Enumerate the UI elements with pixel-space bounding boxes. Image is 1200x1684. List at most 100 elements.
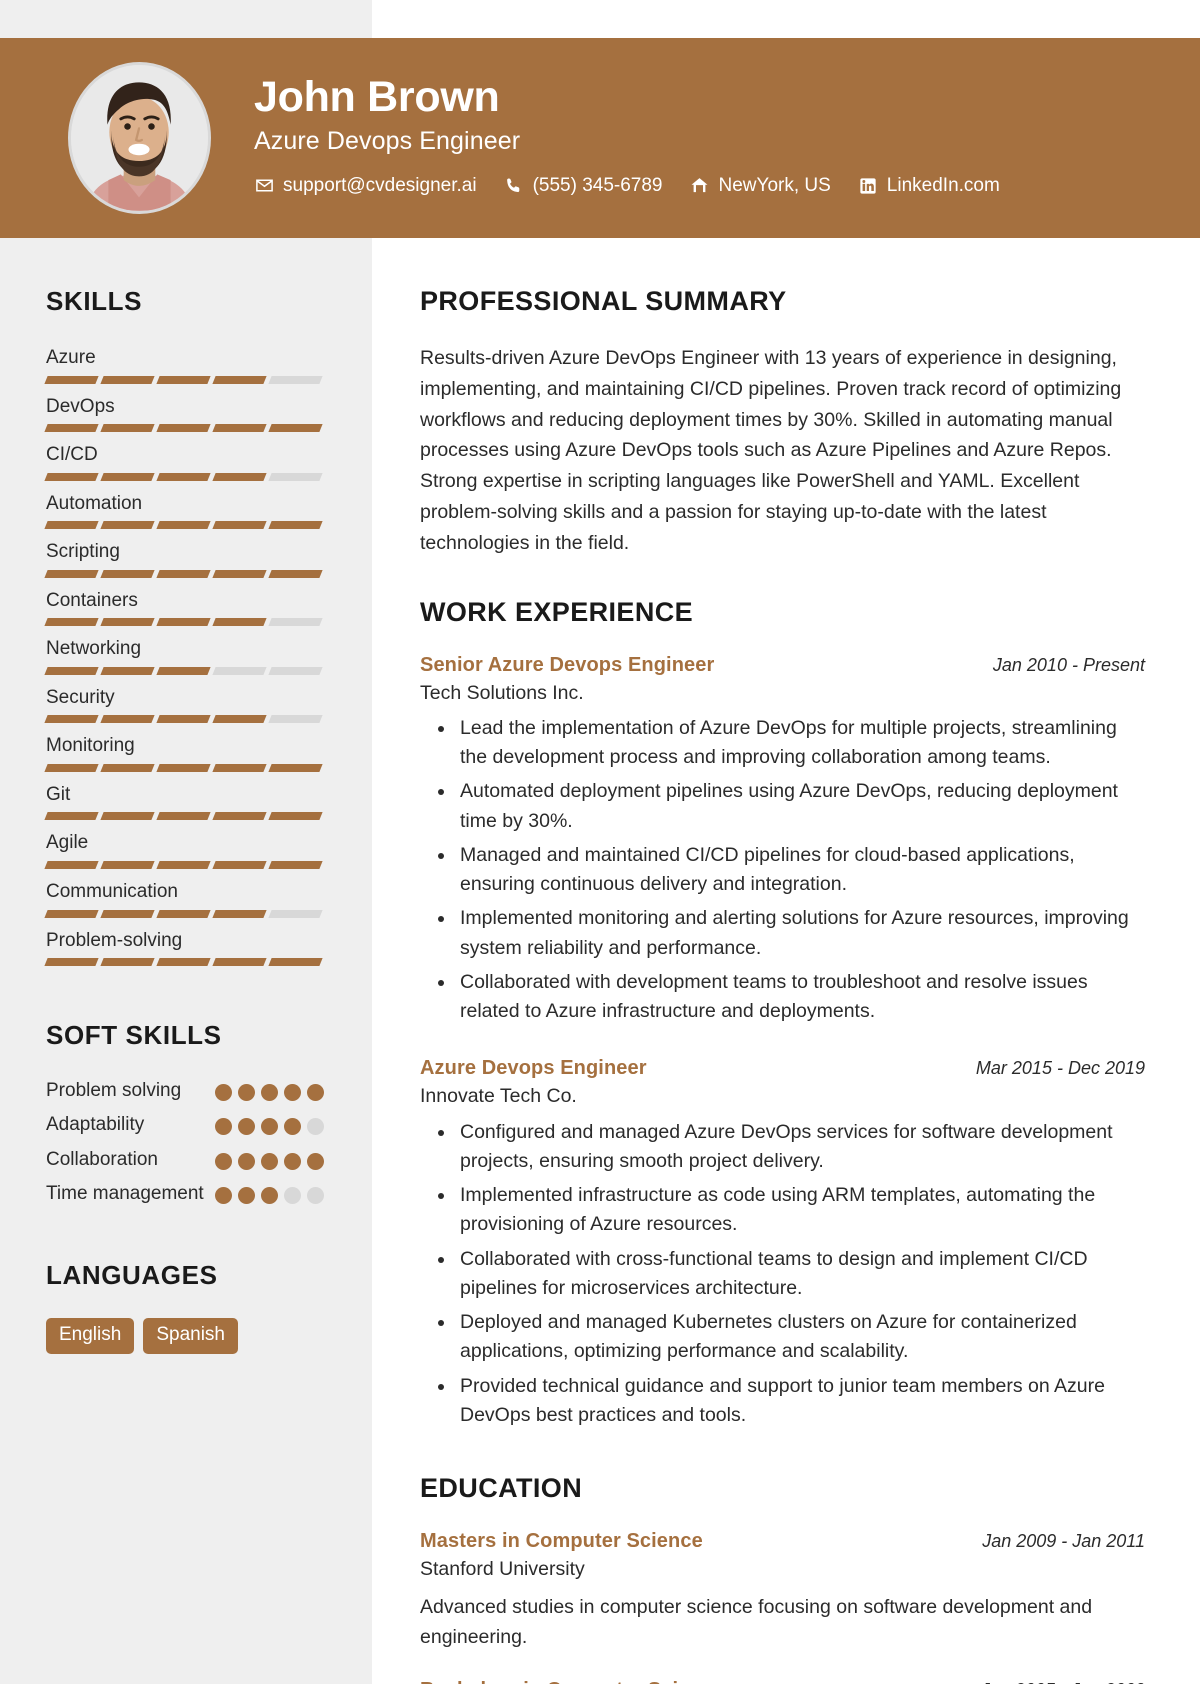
skill-bar-segment — [268, 472, 323, 481]
skill-bar-segment — [156, 812, 211, 821]
skill-item: Git — [44, 781, 324, 821]
skill-level-bar — [44, 958, 324, 967]
skill-bar-segment — [212, 472, 267, 481]
skill-level-bar — [44, 569, 324, 578]
rating-dot — [215, 1186, 232, 1204]
phone-icon — [504, 176, 524, 196]
skill-bar-segment — [156, 763, 211, 772]
skill-label: CI/CD — [46, 444, 98, 466]
skill-bar-segment — [268, 375, 323, 384]
rating-dot — [307, 1118, 324, 1136]
skill-bar-segment — [212, 861, 267, 870]
soft-skill-item: Collaboration — [46, 1147, 324, 1172]
avatar — [68, 62, 211, 214]
rating-dot — [261, 1186, 278, 1204]
soft-skill-rating — [215, 1147, 324, 1170]
resume-page: John Brown Azure Devops Engineer support… — [0, 0, 1200, 1684]
rating-dot — [284, 1152, 301, 1170]
skill-item: Security — [44, 684, 324, 724]
skill-bar-segment — [156, 569, 211, 578]
soft-skill-label: Collaboration — [46, 1148, 158, 1170]
skill-bar-segment — [100, 521, 155, 530]
contact-email-text: support@cvdesigner.ai — [283, 174, 477, 196]
work-entry: Azure Devops Engineer Mar 2015 - Dec 2019… — [420, 1057, 1145, 1430]
rating-dot — [215, 1084, 232, 1102]
skill-item: Automation — [44, 490, 324, 530]
soft-skill-item: Adaptability — [46, 1112, 324, 1137]
skills-list: Azure DevOps CI/CD Automation Scripting Conta… — [44, 344, 324, 967]
contact-row: support@cvdesigner.ai (555) 345-6789 New… — [254, 175, 1000, 197]
skill-bar-segment — [156, 958, 211, 967]
skill-bar-segment — [44, 861, 99, 870]
skill-label: Agile — [46, 832, 89, 854]
professional-summary-heading: PROFESSIONAL SUMMARY — [420, 286, 787, 316]
skill-item: CI/CD — [44, 441, 324, 481]
soft-skill-item: Time management — [46, 1181, 324, 1206]
work-entry-header: Senior Azure Devops Engineer Jan 2010 - P… — [420, 654, 1145, 677]
rating-dot — [215, 1152, 232, 1170]
skill-level-bar — [44, 375, 324, 384]
main-content: PROFESSIONAL SUMMARY Results-driven Azur… — [372, 238, 1200, 1684]
skill-label: Automation — [46, 492, 143, 514]
work-experience-heading: WORK EXPERIENCE — [420, 596, 694, 627]
skill-level-bar — [44, 472, 324, 481]
work-bullet: Managed and maintained CI/CD pipelines f… — [456, 841, 1145, 900]
rating-dot — [261, 1118, 278, 1136]
skill-bar-segment — [100, 812, 155, 821]
rating-dot — [238, 1118, 255, 1136]
skill-bar-segment — [268, 909, 323, 918]
soft-skills-heading: SOFT SKILLS — [46, 1020, 222, 1051]
contact-email[interactable]: support@cvdesigner.ai — [254, 175, 477, 197]
skill-bar-segment — [212, 715, 267, 724]
skill-label: Networking — [46, 638, 142, 660]
skill-bar-segment — [100, 424, 155, 433]
contact-phone-text: (555) 345-6789 — [532, 174, 663, 196]
work-bullet: Implemented infrastructure as code using… — [456, 1181, 1145, 1240]
skill-level-bar — [44, 424, 324, 433]
rating-dot — [261, 1084, 278, 1102]
skill-bar-segment — [44, 666, 99, 675]
skill-level-bar — [44, 763, 324, 772]
skill-item: DevOps — [44, 393, 324, 433]
work-bullet: Deployed and managed Kubernetes clusters… — [456, 1308, 1145, 1367]
work-bullet-list: Configured and managed Azure DevOps serv… — [420, 1118, 1145, 1431]
skill-bar-segment — [268, 763, 323, 772]
work-date-range: Mar 2015 - Dec 2019 — [975, 1058, 1145, 1079]
rating-dot — [215, 1118, 232, 1136]
work-entry: Senior Azure Devops Engineer Jan 2010 - P… — [420, 654, 1145, 1027]
work-bullet-list: Lead the implementation of Azure DevOps … — [420, 714, 1145, 1027]
skill-bar-segment — [44, 569, 99, 578]
top-strip-sidebar-segment — [0, 0, 372, 38]
language-badge: Spanish — [143, 1318, 238, 1354]
skill-bar-segment — [100, 618, 155, 627]
education-degree: Bachelors in Computer Science — [420, 1679, 724, 1684]
contact-location[interactable]: NewYork, US — [690, 175, 831, 197]
skill-bar-segment — [100, 861, 155, 870]
education-entry: Bachelors in Computer Science Jan 2005 - … — [420, 1679, 1145, 1684]
contact-phone[interactable]: (555) 345-6789 — [504, 175, 663, 197]
soft-skill-rating — [215, 1112, 324, 1136]
education-entry-header: Masters in Computer Science Jan 2009 - Ja… — [420, 1530, 1145, 1553]
education-list: Masters in Computer Science Jan 2009 - Ja… — [420, 1530, 1145, 1684]
languages-heading: LANGUAGES — [46, 1260, 218, 1291]
skill-level-bar — [44, 618, 324, 627]
skill-label: Monitoring — [46, 735, 135, 757]
skill-bar-segment — [44, 958, 99, 967]
soft-skill-rating — [215, 1181, 324, 1204]
rating-dot — [238, 1186, 255, 1204]
contact-linkedin-text: LinkedIn.com — [886, 174, 1000, 196]
skill-item: Monitoring — [44, 732, 324, 772]
soft-skill-label: Adaptability — [46, 1114, 145, 1136]
rating-dot — [284, 1118, 301, 1136]
contact-linkedin[interactable]: LinkedIn.com — [858, 175, 1000, 197]
skill-bar-segment — [212, 375, 267, 384]
rating-dot — [284, 1084, 301, 1102]
work-bullet: Automated deployment pipelines using Azu… — [456, 777, 1145, 836]
skill-bar-segment — [268, 569, 323, 578]
skill-bar-segment — [100, 958, 155, 967]
skill-bar-segment — [156, 521, 211, 530]
skill-bar-segment — [268, 618, 323, 627]
